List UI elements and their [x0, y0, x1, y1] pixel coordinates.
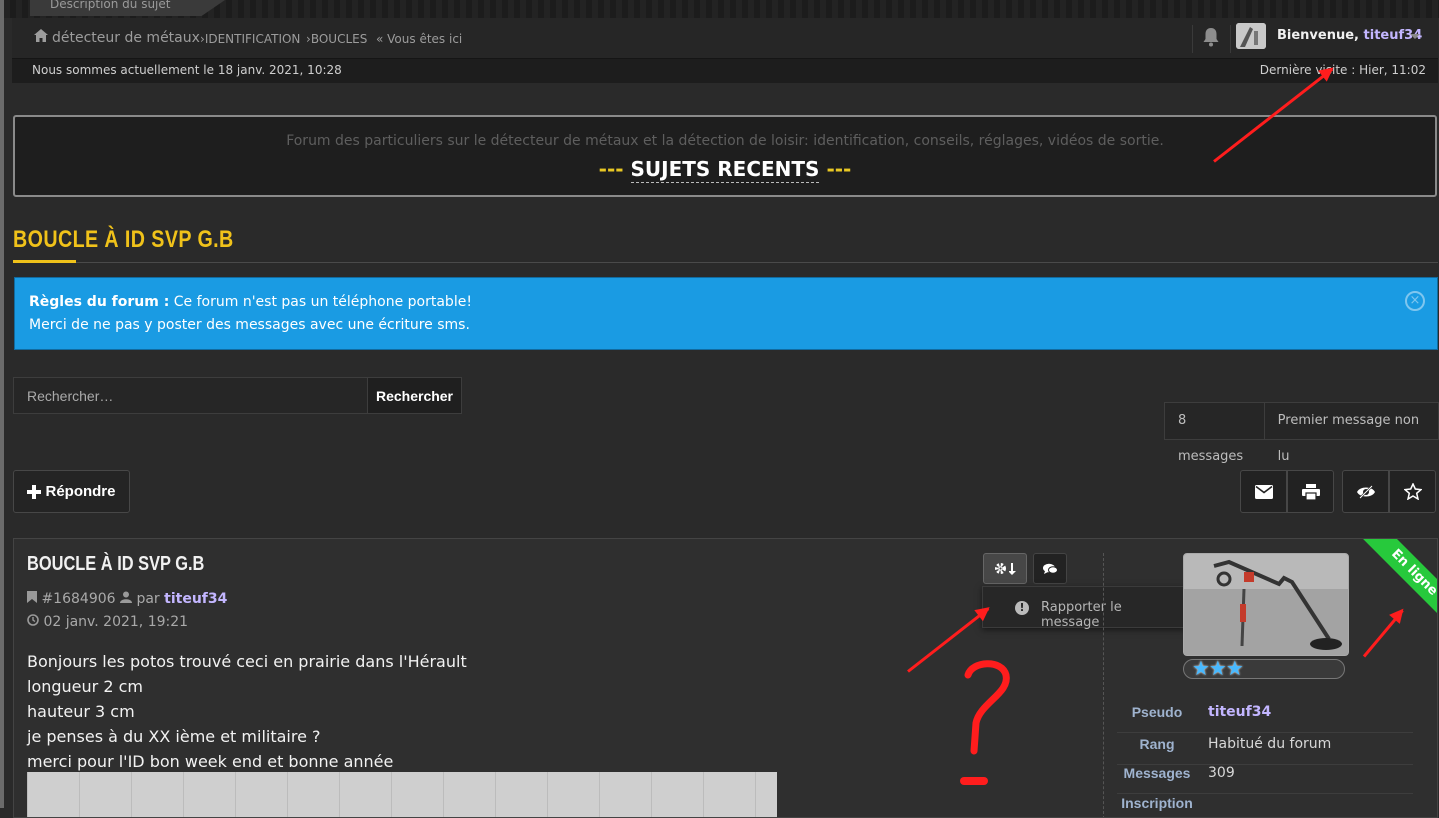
- post-attachment-image[interactable]: [27, 772, 777, 817]
- user-icon: [120, 591, 132, 603]
- exclamation-icon: !: [1015, 601, 1029, 615]
- post-title[interactable]: BOUCLE À ID SVP G.B: [27, 553, 204, 576]
- rules-line-2: Merci de ne pas y poster des messages av…: [29, 317, 470, 333]
- bookmark-icon[interactable]: [27, 591, 37, 603]
- rank-bar: ★★★: [1183, 656, 1345, 680]
- home-icon[interactable]: [34, 29, 48, 46]
- profile-row-rang: Rang Habitué du forum: [1117, 736, 1413, 765]
- datebar: Nous sommes actuellement le 18 janv. 202…: [12, 59, 1438, 83]
- print-icon: [1301, 483, 1320, 500]
- pagination: 8 messages Premier message non lu: [1164, 402, 1439, 464]
- eye-slash-icon: [1356, 484, 1375, 499]
- forum-rules-notice: Règles du forum : Ce forum n'est pas un …: [14, 277, 1438, 350]
- email-topic-button[interactable]: [1240, 470, 1287, 513]
- profile-username[interactable]: titeuf34: [1208, 704, 1271, 720]
- nav-separator: [1192, 25, 1193, 53]
- first-unread-link[interactable]: Premier message non lu: [1263, 403, 1438, 464]
- bookmark-button[interactable]: [1389, 470, 1436, 513]
- post-body: Bonjours les potos trouvé ceci en prairi…: [27, 652, 467, 771]
- unwatch-topic-button[interactable]: [1342, 470, 1389, 513]
- search-button[interactable]: Rechercher: [367, 377, 462, 414]
- chevron-down-icon[interactable]: [1410, 34, 1420, 39]
- profile-row-pseudo: Pseudo titeuf34: [1117, 704, 1413, 733]
- avatar[interactable]: [1236, 23, 1266, 49]
- post-tools-button[interactable]: [983, 553, 1027, 584]
- recent-topics-link[interactable]: --- SUJETS RECENTS ---: [15, 157, 1435, 183]
- rules-line-1: Ce forum n'est pas un téléphone portable…: [173, 294, 472, 310]
- annotation-question-mark: [960, 660, 1010, 785]
- breadcrumb-current: « Vous êtes ici: [376, 32, 463, 46]
- banner-description: Forum des particuliers sur le détecteur …: [286, 133, 1164, 149]
- breadcrumb-item-identification[interactable]: ›IDENTIFICATION: [200, 32, 300, 46]
- window-edge: [0, 0, 4, 808]
- star-icon: [1403, 483, 1422, 500]
- last-visit: Dernière visite : Hier, 11:02: [1259, 63, 1426, 77]
- rules-label: Règles du forum :: [29, 294, 170, 310]
- post-divider: [1103, 553, 1104, 817]
- quote-button[interactable]: [1033, 553, 1067, 584]
- breadcrumb-home[interactable]: détecteur de métaux: [52, 30, 200, 46]
- clock-icon: [27, 614, 39, 626]
- author-avatar[interactable]: [1183, 553, 1349, 656]
- page-title[interactable]: BOUCLE À ID SVP G.B: [13, 226, 234, 254]
- topic-description-tab[interactable]: Description du sujet: [30, 0, 225, 16]
- gear-icon: [994, 563, 1006, 574]
- print-button[interactable]: [1287, 470, 1334, 513]
- title-underline: [13, 260, 76, 263]
- post-meta: #1684906 par titeuf34: [27, 591, 227, 607]
- search-input[interactable]: [13, 377, 368, 414]
- comments-icon: [1042, 563, 1058, 574]
- post-tools-dropdown: ! Rapporter le message: [982, 586, 1185, 630]
- profile-row-inscription: Inscription: [1117, 795, 1413, 817]
- divider: [76, 262, 1438, 263]
- reply-label: Répondre: [45, 483, 116, 500]
- reply-button[interactable]: Répondre: [13, 470, 130, 513]
- chevron-down-icon: [1008, 562, 1016, 575]
- post: BOUCLE À ID SVP G.B #1684906 par titeuf3…: [13, 538, 1438, 818]
- close-icon[interactable]: ×: [1405, 291, 1425, 311]
- post-author[interactable]: titeuf34: [164, 591, 227, 607]
- post-id[interactable]: #1684906: [41, 591, 115, 607]
- profile-message-count[interactable]: 309: [1208, 765, 1235, 781]
- rank-stars-icon: ★★★: [1192, 656, 1244, 680]
- current-date: Nous sommes actuellement le 18 janv. 202…: [32, 63, 342, 77]
- navbar: détecteur de métaux ›IDENTIFICATION ›BOU…: [12, 18, 1438, 59]
- breadcrumb-item-boucles[interactable]: ›BOUCLES: [306, 32, 367, 46]
- report-message-item[interactable]: Rapporter le message: [1041, 600, 1184, 630]
- plus-icon: [27, 484, 42, 499]
- envelope-icon: [1254, 484, 1273, 499]
- bell-icon[interactable]: [1202, 27, 1220, 51]
- message-count: 8 messages: [1165, 403, 1264, 464]
- post-date: 02 janv. 2021, 19:21: [27, 614, 188, 630]
- welcome-text[interactable]: Bienvenue, titeuf34: [1277, 28, 1422, 43]
- nav-separator: [1230, 25, 1231, 53]
- profile-row-messages: Messages 309: [1117, 765, 1413, 794]
